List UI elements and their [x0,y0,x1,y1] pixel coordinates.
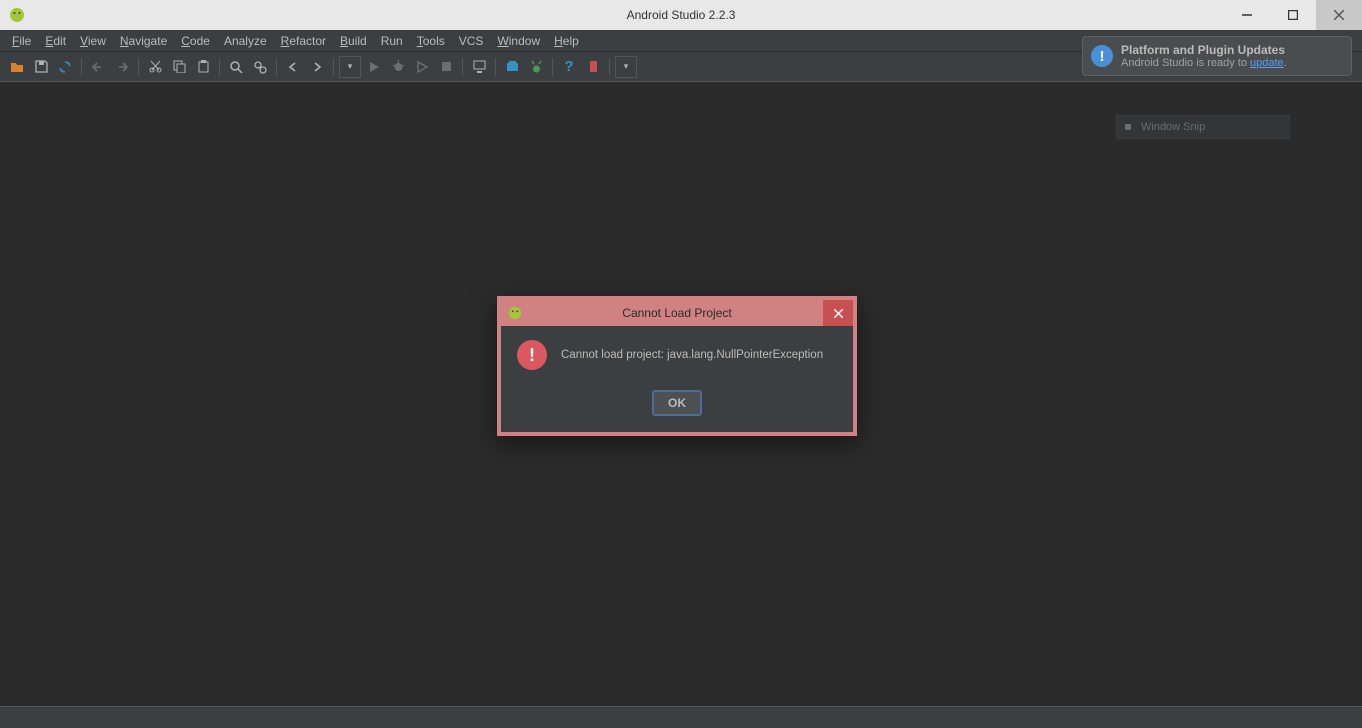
separator [552,58,553,76]
update-link[interactable]: update [1250,57,1284,69]
menu-analyze[interactable]: Analyze [218,32,273,50]
menu-navigate[interactable]: Navigate [114,32,173,50]
save-icon[interactable] [30,56,52,78]
replace-icon[interactable] [249,56,271,78]
dialog-titlebar[interactable]: Cannot Load Project [501,300,853,326]
window-title: Android Studio 2.2.3 [627,8,736,22]
run-config-dropdown[interactable]: ▾ [339,56,361,78]
close-button[interactable] [1316,0,1362,30]
more-dropdown[interactable]: ▾ [615,56,637,78]
debug-icon[interactable] [387,56,409,78]
info-icon: ! [1091,45,1113,67]
separator [495,58,496,76]
minimize-button[interactable] [1224,0,1270,30]
dialog-message: Cannot load project: java.lang.NullPoint… [561,349,823,361]
dialog-title: Cannot Load Project [622,306,731,320]
separator [276,58,277,76]
find-icon[interactable] [225,56,247,78]
open-icon[interactable] [6,56,28,78]
separator [219,58,220,76]
menu-tools[interactable]: Tools [411,32,451,50]
attach-debugger-icon[interactable] [582,56,604,78]
forward-icon[interactable] [306,56,328,78]
stop-icon[interactable] [435,56,457,78]
status-bar [0,706,1362,728]
snip-dot-icon [1125,124,1131,130]
notification-title: Platform and Plugin Updates [1121,43,1341,57]
run-coverage-icon[interactable] [411,56,433,78]
help-icon[interactable]: ? [558,56,580,78]
undo-icon[interactable] [87,56,109,78]
menu-file[interactable]: File [6,32,37,50]
window-controls [1224,0,1362,30]
window-titlebar: Android Studio 2.2.3 [0,0,1362,30]
menu-help[interactable]: Help [548,32,585,50]
redo-icon[interactable] [111,56,133,78]
android-monitor-icon[interactable] [525,56,547,78]
dialog-close-button[interactable] [823,300,853,326]
menu-code[interactable]: Code [175,32,216,50]
sdk-manager-icon[interactable] [501,56,523,78]
menu-view[interactable]: View [74,32,112,50]
menu-refactor[interactable]: Refactor [275,32,332,50]
menu-edit[interactable]: Edit [39,32,72,50]
dialog-body: ! Cannot load project: java.lang.NullPoi… [501,326,853,432]
menu-build[interactable]: Build [334,32,373,50]
window-snip-tag[interactable]: Window Snip [1116,115,1290,139]
separator [81,58,82,76]
sync-icon[interactable] [54,56,76,78]
copy-icon[interactable] [168,56,190,78]
ok-button[interactable]: OK [652,390,702,416]
update-notification[interactable]: ! Platform and Plugin Updates Android St… [1082,36,1352,76]
android-studio-icon [8,6,26,24]
cut-icon[interactable] [144,56,166,78]
separator [609,58,610,76]
android-studio-icon [507,305,523,321]
separator [138,58,139,76]
snip-label: Window Snip [1141,121,1205,133]
notification-text: Android Studio is ready to update. [1121,57,1341,69]
error-icon: ! [517,340,547,370]
menu-run[interactable]: Run [375,32,409,50]
separator [462,58,463,76]
maximize-button[interactable] [1270,0,1316,30]
menu-window[interactable]: Window [491,32,546,50]
error-dialog: Cannot Load Project ! Cannot load projec… [497,296,857,436]
run-icon[interactable] [363,56,385,78]
avd-manager-icon[interactable] [468,56,490,78]
separator [333,58,334,76]
paste-icon[interactable] [192,56,214,78]
menu-vcs[interactable]: VCS [453,32,490,50]
back-icon[interactable] [282,56,304,78]
